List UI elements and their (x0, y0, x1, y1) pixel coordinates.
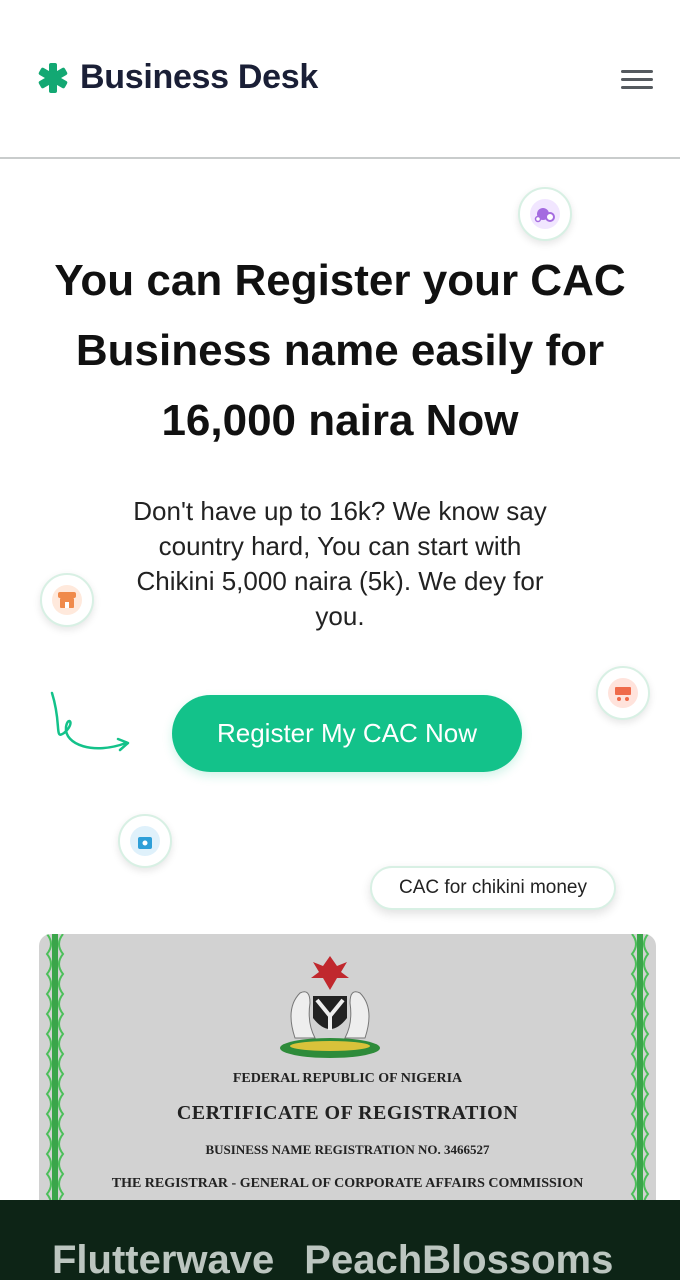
green-asterisk-icon (38, 62, 68, 93)
hero-subtitle: Don't have up to 16k? We know say countr… (133, 496, 547, 631)
partner-flutterwave: Flutterwave (52, 1238, 275, 1280)
hero-title: You can Register your CAC Business name … (54, 256, 626, 445)
brand-name: Business Desk (80, 58, 319, 96)
certificate-registrar: THE REGISTRAR - GENERAL OF CORPORATE AFF… (111, 1176, 584, 1191)
curly-arrow-icon (50, 691, 130, 752)
money-bag-icon (518, 187, 572, 241)
certificate-reg-number: BUSINESS NAME REGISTRATION NO. 3466527 (205, 1142, 490, 1157)
site-header: Business Desk (0, 0, 680, 159)
storefront-icon (40, 573, 94, 627)
brand-logo[interactable]: Business Desk (36, 58, 318, 97)
coat-of-arms-icon (280, 956, 380, 1058)
shopping-cart-icon (596, 666, 650, 720)
partners-list: Flutterwave PeachBlossoms (52, 1238, 613, 1280)
register-cac-button[interactable]: Register My CAC Now (172, 695, 522, 772)
shopping-bag-icon (118, 814, 172, 868)
certificate-image: FEDERAL REPUBLIC OF NIGERIA CERTIFICATE … (39, 934, 656, 1224)
certificate-heading: CERTIFICATE OF REGISTRATION (176, 1102, 519, 1124)
certificate-country: FEDERAL REPUBLIC OF NIGERIA (232, 1071, 463, 1086)
cac-badge: CAC for chikini money (370, 866, 616, 910)
hamburger-menu-icon[interactable] (617, 62, 657, 96)
partner-peachblossoms: PeachBlossoms (304, 1238, 614, 1280)
partners-strip: Flutterwave PeachBlossoms (0, 1200, 680, 1280)
